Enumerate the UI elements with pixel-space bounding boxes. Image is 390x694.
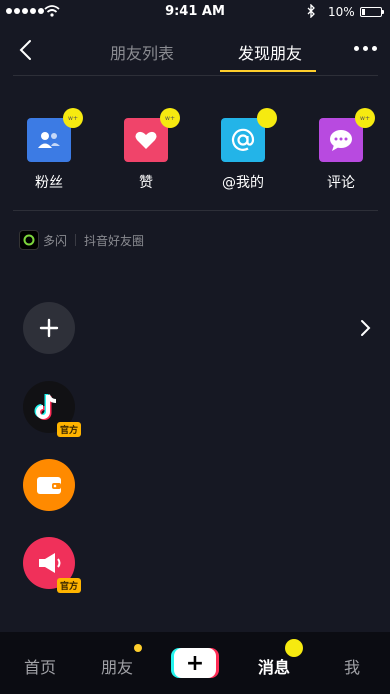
unread-dot: w+: [160, 108, 180, 128]
status-bar: 9:41 AM 10%: [0, 0, 390, 24]
friend-sources: 多闪 抖音好友圈: [19, 229, 144, 251]
bottom-nav: 首页 朋友 + 消息 我: [0, 632, 390, 694]
back-arrow-icon[interactable]: [16, 38, 36, 62]
comment-icon: w+: [319, 108, 375, 162]
plus-icon: +: [185, 650, 205, 676]
messages-notification-dot: [285, 639, 303, 657]
megaphone-icon: [39, 553, 61, 573]
add-friend-button[interactable]: [23, 302, 75, 354]
header: 朋友列表 发现朋友: [0, 24, 390, 76]
duoshan-link[interactable]: 多闪: [43, 232, 67, 249]
unread-dot: [257, 108, 277, 128]
battery-icon: [360, 7, 384, 17]
douyin-logo-icon: [34, 394, 57, 420]
tab-discover-friends[interactable]: 发现朋友: [238, 40, 302, 64]
category-fans-label: 粉丝: [35, 175, 63, 191]
nav-messages[interactable]: 消息: [258, 654, 290, 678]
unread-dot: w+: [63, 108, 83, 128]
category-mentions-label: @我的: [222, 175, 264, 191]
nav-me[interactable]: 我: [344, 654, 360, 678]
create-video-button[interactable]: +: [174, 648, 216, 678]
douyin-friend-circle-link[interactable]: 抖音好友圈: [84, 232, 144, 249]
announcement-avatar[interactable]: 官方: [23, 537, 81, 593]
tab-friends-list[interactable]: 朋友列表: [110, 40, 174, 64]
chevron-right-icon[interactable]: [358, 318, 372, 338]
active-tab-indicator: [220, 70, 316, 72]
category-comments-label: 评论: [327, 175, 355, 191]
plus-icon: [39, 318, 59, 338]
nav-friends[interactable]: 朋友: [101, 654, 133, 678]
friends-notification-dot: [134, 644, 142, 652]
category-likes-label: 赞: [139, 175, 153, 191]
header-divider: [13, 75, 378, 76]
at-icon: [221, 108, 277, 162]
fans-icon: w+: [27, 108, 83, 162]
douyin-official-avatar[interactable]: 官方: [23, 381, 81, 437]
bluetooth-icon: [307, 4, 315, 18]
unread-dot: w+: [355, 108, 375, 128]
category-mentions[interactable]: @我的: [208, 108, 278, 192]
duoshan-logo-icon: [19, 230, 39, 250]
wallet-icon: [37, 477, 61, 494]
category-comments[interactable]: w+ 评论: [306, 108, 376, 192]
category-likes[interactable]: w+ 赞: [111, 108, 181, 192]
source-separator: [75, 234, 77, 246]
section-divider: [13, 210, 378, 211]
official-badge: 官方: [56, 422, 81, 437]
wallet-avatar[interactable]: [23, 459, 75, 511]
battery-percentage: 10%: [328, 5, 355, 19]
more-icon[interactable]: [354, 46, 377, 51]
nav-home[interactable]: 首页: [24, 654, 56, 678]
category-fans[interactable]: w+ 粉丝: [14, 108, 84, 192]
official-badge: 官方: [56, 578, 81, 593]
heart-icon: w+: [124, 108, 180, 162]
